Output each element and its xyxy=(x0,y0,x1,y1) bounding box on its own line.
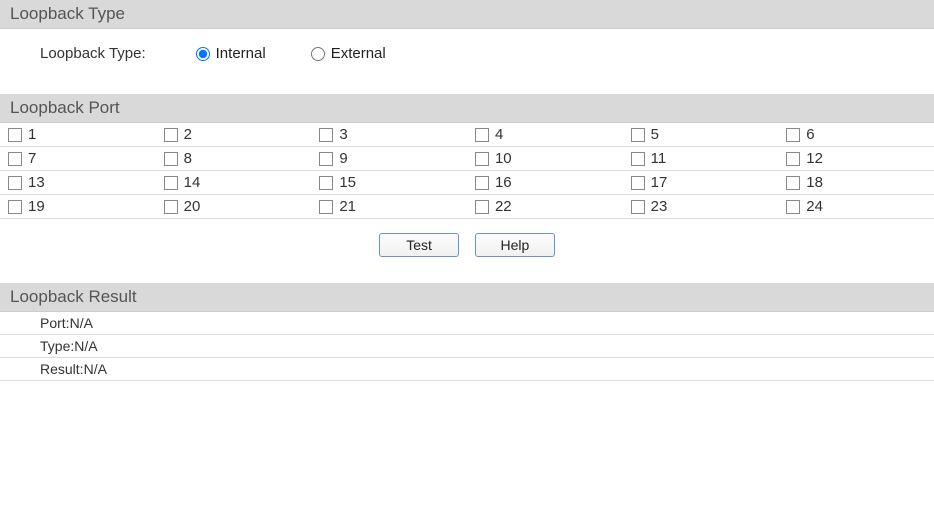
radio-external-input[interactable] xyxy=(311,47,325,61)
loopback-type-header: Loopback Type xyxy=(0,0,934,29)
result-row-port: Port: N/A xyxy=(0,312,934,335)
port-label: 21 xyxy=(339,198,356,215)
loopback-port-header: Loopback Port xyxy=(0,94,934,123)
port-checkbox-16[interactable] xyxy=(475,176,489,190)
table-row: 19 20 21 22 23 24 xyxy=(0,195,934,219)
port-label: 7 xyxy=(28,150,36,167)
result-type-value: N/A xyxy=(74,338,97,354)
button-row: Test Help xyxy=(0,219,934,263)
port-label: 4 xyxy=(495,126,503,143)
loopback-type-radio-group: Internal External xyxy=(196,45,386,62)
port-checkbox-10[interactable] xyxy=(475,152,489,166)
result-result-value: N/A xyxy=(84,361,107,377)
port-checkbox-18[interactable] xyxy=(786,176,800,190)
ports-table: 1 2 3 4 5 6 7 8 9 10 11 12 13 14 15 16 1… xyxy=(0,123,934,219)
test-button[interactable]: Test xyxy=(379,233,459,257)
port-label: 9 xyxy=(339,150,347,167)
port-label: 5 xyxy=(651,126,659,143)
port-label: 14 xyxy=(184,174,201,191)
port-checkbox-22[interactable] xyxy=(475,200,489,214)
help-button[interactable]: Help xyxy=(475,233,555,257)
port-checkbox-8[interactable] xyxy=(164,152,178,166)
result-port-value: N/A xyxy=(70,315,93,331)
radio-internal[interactable]: Internal xyxy=(196,45,266,62)
radio-internal-label: Internal xyxy=(216,45,266,62)
loopback-type-section: Loopback Type Loopback Type: Internal Ex… xyxy=(0,0,934,74)
port-checkbox-12[interactable] xyxy=(786,152,800,166)
port-checkbox-4[interactable] xyxy=(475,128,489,142)
port-checkbox-1[interactable] xyxy=(8,128,22,142)
port-label: 18 xyxy=(806,174,823,191)
result-row-result: Result: N/A xyxy=(0,358,934,381)
table-row: 13 14 15 16 17 18 xyxy=(0,171,934,195)
result-row-type: Type: N/A xyxy=(0,335,934,358)
port-checkbox-7[interactable] xyxy=(8,152,22,166)
port-label: 8 xyxy=(184,150,192,167)
loopback-type-label: Loopback Type: xyxy=(40,45,146,62)
port-checkbox-6[interactable] xyxy=(786,128,800,142)
table-row: 7 8 9 10 11 12 xyxy=(0,147,934,171)
table-row: 1 2 3 4 5 6 xyxy=(0,123,934,147)
result-type-label: Type: xyxy=(40,338,74,354)
port-label: 15 xyxy=(339,174,356,191)
port-label: 16 xyxy=(495,174,512,191)
port-checkbox-21[interactable] xyxy=(319,200,333,214)
port-checkbox-2[interactable] xyxy=(164,128,178,142)
port-label: 13 xyxy=(28,174,45,191)
result-result-label: Result: xyxy=(40,361,84,377)
port-label: 17 xyxy=(651,174,668,191)
port-label: 22 xyxy=(495,198,512,215)
port-checkbox-20[interactable] xyxy=(164,200,178,214)
radio-external[interactable]: External xyxy=(311,45,386,62)
port-label: 2 xyxy=(184,126,192,143)
port-checkbox-17[interactable] xyxy=(631,176,645,190)
port-checkbox-23[interactable] xyxy=(631,200,645,214)
port-label: 1 xyxy=(28,126,36,143)
port-checkbox-24[interactable] xyxy=(786,200,800,214)
port-checkbox-19[interactable] xyxy=(8,200,22,214)
result-port-label: Port: xyxy=(40,315,70,331)
port-label: 3 xyxy=(339,126,347,143)
radio-internal-input[interactable] xyxy=(196,47,210,61)
port-label: 20 xyxy=(184,198,201,215)
port-checkbox-3[interactable] xyxy=(319,128,333,142)
port-checkbox-13[interactable] xyxy=(8,176,22,190)
port-checkbox-11[interactable] xyxy=(631,152,645,166)
port-label: 6 xyxy=(806,126,814,143)
port-label: 23 xyxy=(651,198,668,215)
port-label: 24 xyxy=(806,198,823,215)
loopback-port-section: Loopback Port 1 2 3 4 5 6 7 8 9 10 11 12… xyxy=(0,94,934,263)
loopback-result-header: Loopback Result xyxy=(0,283,934,312)
radio-external-label: External xyxy=(331,45,386,62)
port-checkbox-14[interactable] xyxy=(164,176,178,190)
port-label: 11 xyxy=(651,150,667,167)
port-label: 19 xyxy=(28,198,45,215)
port-checkbox-9[interactable] xyxy=(319,152,333,166)
port-checkbox-5[interactable] xyxy=(631,128,645,142)
port-label: 10 xyxy=(495,150,512,167)
port-label: 12 xyxy=(806,150,823,167)
loopback-result-section: Loopback Result Port: N/A Type: N/A Resu… xyxy=(0,283,934,381)
loopback-type-body: Loopback Type: Internal External xyxy=(0,29,934,74)
port-checkbox-15[interactable] xyxy=(319,176,333,190)
result-body: Port: N/A Type: N/A Result: N/A xyxy=(0,312,934,381)
